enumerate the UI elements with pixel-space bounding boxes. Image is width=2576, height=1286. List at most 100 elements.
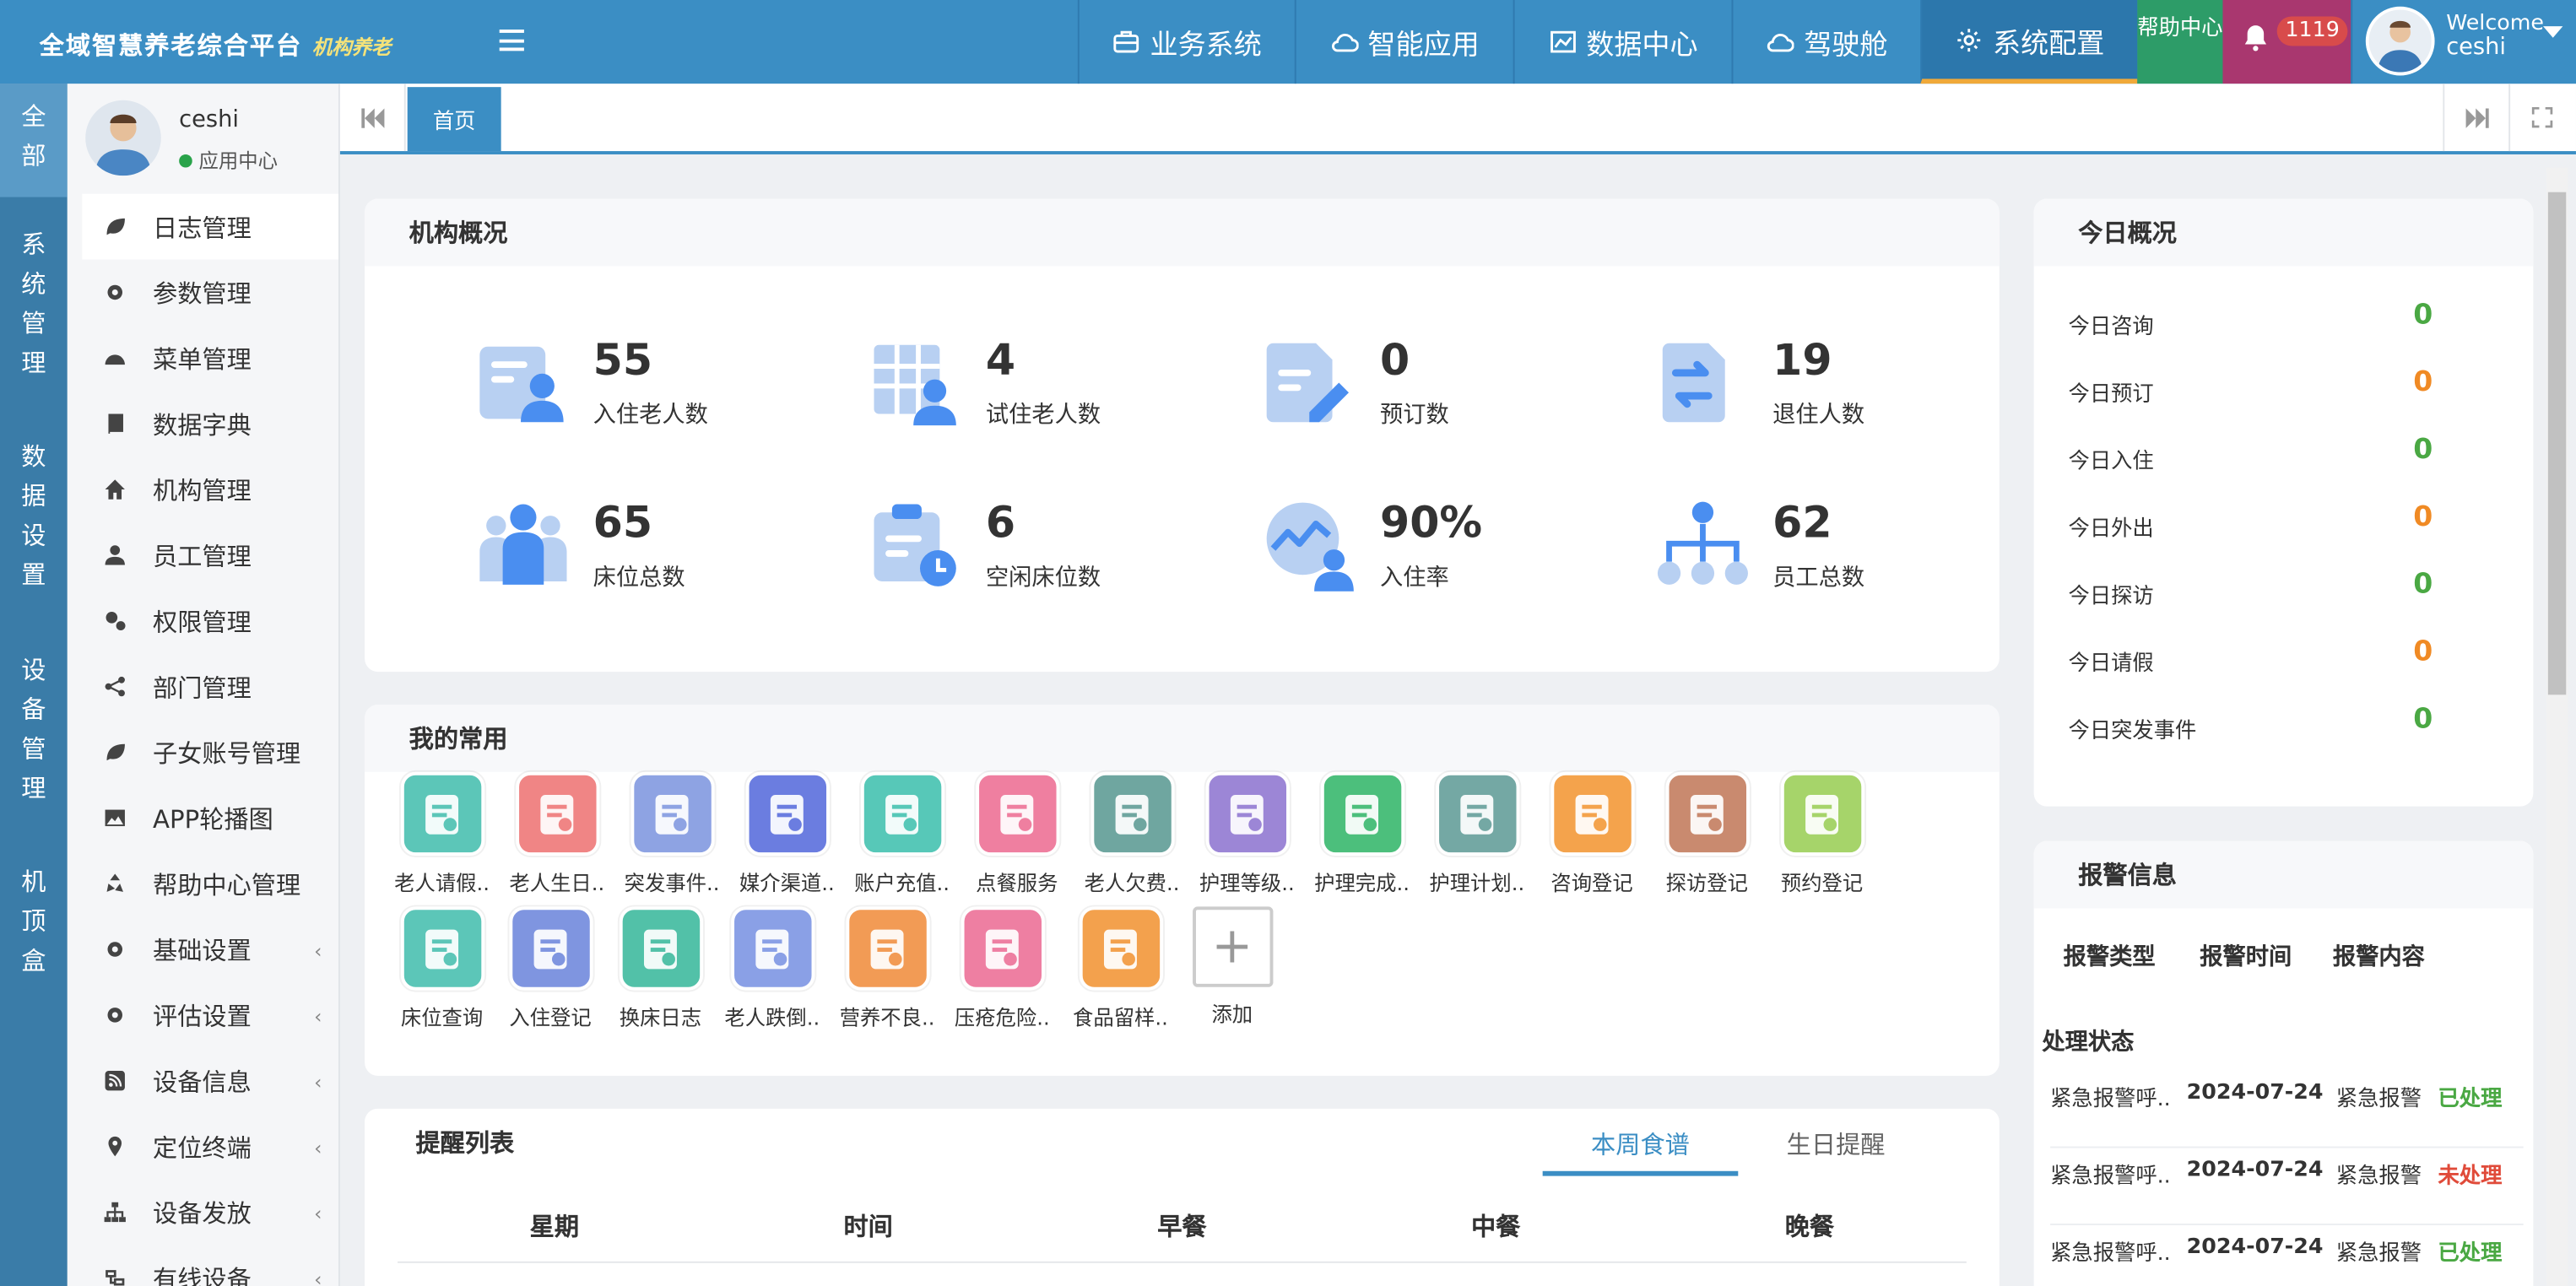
favorite-shortcut[interactable]: 老人跌倒.. bbox=[715, 906, 830, 1031]
favorite-shortcut[interactable]: 入住登记 bbox=[493, 906, 608, 1031]
home-icon bbox=[105, 479, 125, 500]
favorite-shortcut[interactable]: 探访登记 bbox=[1649, 771, 1764, 897]
stat-label: 退住人数 bbox=[1772, 402, 1865, 430]
alarm-status: 已处理 bbox=[2438, 1241, 2503, 1267]
favorite-shortcut[interactable]: 突发事件.. bbox=[614, 771, 729, 897]
favorite-shortcut[interactable]: 老人请假.. bbox=[384, 771, 499, 897]
nav-cockpit[interactable]: 驾驶舱 bbox=[1731, 0, 1921, 84]
sidebar-item-menus[interactable]: 菜单管理 bbox=[82, 325, 338, 391]
notification-count-badge: 1119 bbox=[2276, 16, 2348, 46]
favorite-shortcut[interactable]: 老人欠费.. bbox=[1074, 771, 1189, 897]
recycle-icon bbox=[106, 873, 123, 892]
gear-icon bbox=[1957, 28, 1981, 51]
shortcut-label: 压疮危险.. bbox=[954, 1005, 1050, 1030]
stat-label: 员工总数 bbox=[1772, 565, 1865, 592]
user-name: ceshi bbox=[2446, 34, 2506, 62]
sidebar-item-institution[interactable]: 机构管理 bbox=[82, 457, 338, 522]
sidebar-item-help-center[interactable]: 帮助中心管理 bbox=[82, 851, 338, 916]
sidebar-item-permission[interactable]: 权限管理 bbox=[82, 588, 338, 654]
favorite-shortcut[interactable]: 预约登记 bbox=[1764, 771, 1879, 897]
today-stat-row: 今日突发事件 0 bbox=[2069, 700, 2496, 748]
favorite-shortcut[interactable]: 护理计划.. bbox=[1420, 771, 1534, 897]
rail-item-all[interactable]: 全部 bbox=[0, 84, 68, 197]
shortcut-label: 老人跌倒.. bbox=[724, 1005, 820, 1030]
alarm-type: 紧急报警呼.. bbox=[2050, 1087, 2171, 1112]
tab-scroll-left-button[interactable] bbox=[340, 84, 406, 152]
booking-icon bbox=[1266, 343, 1349, 423]
stat-value: 0 bbox=[1379, 337, 1410, 386]
column-header: 报警类型 bbox=[2063, 944, 2156, 971]
favorite-shortcut[interactable]: 媒介渠道.. bbox=[729, 771, 844, 897]
chevron-left-icon: ‹ bbox=[314, 1136, 322, 1160]
shortcut-label: 护理完成.. bbox=[1314, 870, 1410, 895]
rail-item-data[interactable]: 数据设置 bbox=[0, 437, 68, 602]
today-stat-label: 今日外出 bbox=[2068, 517, 2154, 543]
rail-item-system[interactable]: 系统管理 bbox=[0, 225, 68, 390]
online-status-dot bbox=[179, 153, 192, 167]
nav-smart-apps[interactable]: 智能应用 bbox=[1294, 0, 1513, 84]
nav-business-system[interactable]: 业务系统 bbox=[1077, 0, 1295, 84]
favorite-shortcut[interactable]: 护理等级.. bbox=[1189, 771, 1304, 897]
today-stat-value: 0 bbox=[2413, 703, 2433, 736]
sidebar-item-dictionary[interactable]: 数据字典 bbox=[82, 391, 338, 457]
favorite-shortcut[interactable]: 咨询登记 bbox=[1534, 771, 1649, 897]
cloud-icon bbox=[1331, 34, 1358, 52]
favorite-shortcut[interactable]: 营养不良.. bbox=[830, 906, 944, 1031]
favorite-shortcut[interactable]: 账户充值.. bbox=[844, 771, 959, 897]
shortcut-icon bbox=[630, 771, 714, 856]
profile-status: 应用中心 bbox=[179, 146, 278, 174]
sidebar-item-device-info[interactable]: 设备信息 ‹ bbox=[82, 1048, 338, 1114]
alarm-panel: 报警信息 报警类型 报警时间 报警内容 处理状态 紧急报警呼.. 2024-07-… bbox=[2033, 840, 2534, 1286]
nav-data-center[interactable]: 数据中心 bbox=[1513, 0, 1732, 84]
favorite-shortcut[interactable]: 换床日志 bbox=[603, 906, 717, 1031]
sidebar-item-wired-device[interactable]: 有线设备 ‹ bbox=[82, 1245, 338, 1286]
rail-item-device[interactable]: 设备管理 bbox=[0, 651, 68, 815]
help-center-button[interactable]: 帮助中心 bbox=[2137, 0, 2223, 84]
today-stat-label: 今日入住 bbox=[2068, 450, 2154, 475]
overview-title: 机构概况 bbox=[365, 198, 2000, 267]
sidebar-item-log[interactable]: 日志管理 bbox=[82, 193, 338, 260]
notifications-button[interactable]: 1119 bbox=[2222, 0, 2351, 84]
sidebar-item-device-issue[interactable]: 设备发放 ‹ bbox=[82, 1180, 338, 1245]
tab-weekly-menu[interactable]: 本周食谱 bbox=[1542, 1117, 1739, 1176]
sidebar-item-basic-settings[interactable]: 基础设置 ‹ bbox=[82, 916, 338, 982]
tab-home[interactable]: 首页 bbox=[407, 87, 501, 152]
sidebar-item-params[interactable]: 参数管理 bbox=[82, 260, 338, 326]
favorite-shortcut[interactable]: 床位查询 bbox=[384, 906, 499, 1031]
add-shortcut-button[interactable]: + 添加 bbox=[1175, 906, 1290, 1028]
sidebar-item-locator[interactable]: 定位终端 ‹ bbox=[82, 1114, 338, 1180]
user-menu[interactable]: Welcome ceshi bbox=[2351, 0, 2576, 84]
profile-name: ceshi bbox=[179, 106, 239, 133]
shortcut-icon bbox=[1664, 771, 1749, 856]
favorite-shortcut[interactable]: 压疮危险.. bbox=[944, 906, 1059, 1031]
sidebar-item-staff[interactable]: 员工管理 bbox=[82, 522, 338, 588]
favorite-shortcut[interactable]: 食品留样.. bbox=[1063, 906, 1177, 1031]
shortcut-label: 床位查询 bbox=[400, 1005, 484, 1030]
menu-toggle-icon[interactable] bbox=[499, 30, 524, 51]
sidebar-item-assessment[interactable]: 评估设置 ‹ bbox=[82, 982, 338, 1048]
favorite-shortcut[interactable]: 护理完成.. bbox=[1304, 771, 1419, 897]
tab-birthday-reminder[interactable]: 生日提醒 bbox=[1738, 1117, 1934, 1176]
fullscreen-button[interactable] bbox=[2508, 84, 2574, 152]
tab-scroll-right-button[interactable] bbox=[2443, 84, 2508, 152]
favorite-shortcut[interactable]: 点餐服务 bbox=[960, 771, 1074, 897]
sidebar-menu: 日志管理 参数管理 菜单管理 数据字典 机构管理 员工管理 权限管理 部门管理 … bbox=[82, 193, 338, 1286]
stat-label: 试住老人数 bbox=[985, 402, 1101, 430]
alarm-row[interactable]: 紧急报警呼.. 2024-07-24 紧急报警 已处理 bbox=[2050, 1225, 2524, 1286]
sidebar-item-app-carousel[interactable]: APP轮播图 bbox=[82, 785, 338, 851]
rail-item-stb[interactable]: 机顶盒 bbox=[0, 862, 68, 994]
alarm-row[interactable]: 紧急报警呼.. 2024-07-24 紧急报警 已处理 bbox=[2050, 1071, 2524, 1148]
stat-label: 预订数 bbox=[1379, 402, 1449, 430]
scrollbar-thumb[interactable] bbox=[2547, 192, 2567, 695]
tab-bar: 首页 bbox=[339, 84, 2576, 154]
shortcut-icon bbox=[1078, 906, 1163, 991]
sitemap-icon bbox=[104, 1202, 126, 1223]
sidebar-item-child-accounts[interactable]: 子女账号管理 bbox=[82, 720, 338, 786]
favorites-panel: 我的常用 老人请假.. 老人生日.. 突发事件.. 媒介渠道.. 账户充值.. 点餐服务老… bbox=[365, 705, 2000, 1076]
fullscreen-icon bbox=[2531, 106, 2553, 128]
staff-icon bbox=[1657, 501, 1748, 585]
favorite-shortcut[interactable]: 老人生日.. bbox=[500, 771, 614, 897]
sidebar-item-department[interactable]: 部门管理 bbox=[82, 654, 338, 720]
nav-system-config[interactable]: 系统配置 bbox=[1920, 0, 2138, 84]
alarm-row[interactable]: 紧急报警呼.. 2024-07-24 紧急报警 未处理 bbox=[2050, 1148, 2524, 1226]
